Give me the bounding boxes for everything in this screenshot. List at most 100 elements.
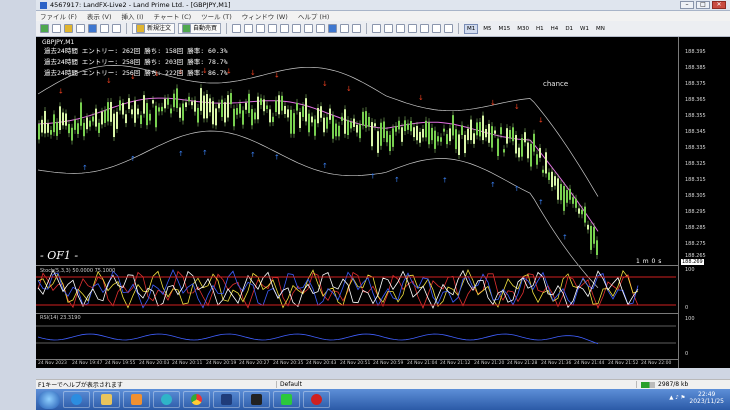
bar-chart-icon[interactable] <box>232 24 242 33</box>
trendline-icon[interactable] <box>408 24 418 33</box>
zoom-out-icon[interactable] <box>280 24 290 33</box>
connection-status[interactable]: 2987/8 kb <box>636 381 688 388</box>
text-icon[interactable] <box>444 24 454 33</box>
menu-help[interactable]: ヘルプ (H) <box>298 11 330 21</box>
terminal-icon[interactable] <box>100 24 109 33</box>
chart-symbol-label: GBPJPY,M1 <box>42 39 75 46</box>
candle-body <box>182 103 184 121</box>
tf-h4[interactable]: H4 <box>549 24 561 34</box>
candle-body <box>119 100 121 111</box>
templates-icon[interactable] <box>352 24 362 33</box>
candle-body <box>254 112 256 120</box>
candle-body <box>470 119 472 141</box>
candle-body <box>251 109 253 126</box>
menu-window[interactable]: ウィンドウ (W) <box>242 11 288 21</box>
menu-view[interactable]: 表示 (V) <box>87 11 112 21</box>
start-button[interactable] <box>38 390 60 409</box>
candle-body <box>485 128 487 138</box>
tile-windows-icon[interactable] <box>292 24 302 33</box>
candle-body <box>272 116 274 123</box>
minimize-button[interactable]: – <box>680 1 694 9</box>
candle-body <box>293 113 295 134</box>
taskbar-recorder[interactable] <box>303 391 330 408</box>
menu-file[interactable]: ファイル (F) <box>40 11 77 21</box>
fibo-icon[interactable] <box>432 24 442 33</box>
new-order-button[interactable]: 新規注文 <box>132 23 176 34</box>
edge-icon <box>161 394 172 405</box>
data-window-icon[interactable] <box>76 24 85 33</box>
buy-arrow: ↑ <box>178 150 184 158</box>
taskbar-chrome[interactable] <box>183 391 210 408</box>
taskbar-explorer[interactable] <box>93 391 120 408</box>
price-axis[interactable]: 188.395 188.385 188.375 188.365 188.355 … <box>678 37 730 368</box>
candle-body <box>296 102 298 111</box>
candle-body <box>362 111 364 126</box>
close-button[interactable]: ✕ <box>712 1 726 9</box>
candle-body <box>245 102 247 110</box>
market-watch-icon[interactable] <box>64 24 73 33</box>
candle-body <box>473 133 475 144</box>
candlestick-icon[interactable] <box>244 24 254 33</box>
channel-icon[interactable] <box>420 24 430 33</box>
tf-m5[interactable]: M5 <box>481 24 493 34</box>
tf-w1[interactable]: W1 <box>578 24 591 34</box>
taskbar-line[interactable] <box>273 391 300 408</box>
candle-body <box>386 131 388 143</box>
indicators-icon[interactable] <box>328 24 338 33</box>
tf-m30[interactable]: M30 <box>515 24 531 34</box>
autoscroll-icon[interactable] <box>316 24 326 33</box>
tray-icons[interactable]: ▲ ♪ ⚑ <box>669 395 685 401</box>
menu-chart[interactable]: チャート (C) <box>154 11 192 21</box>
taskbar-mt4[interactable] <box>213 391 240 408</box>
menu-insert[interactable]: 挿入 (I) <box>121 11 143 21</box>
taskbar-media[interactable] <box>123 391 150 408</box>
tester-icon[interactable] <box>112 24 121 33</box>
chart-shift-icon[interactable] <box>304 24 314 33</box>
app-icon <box>251 394 262 405</box>
sell-arrow: ↓ <box>418 94 424 102</box>
profiles-icon[interactable] <box>52 24 61 33</box>
candle-body <box>542 169 544 173</box>
line-chart-icon[interactable] <box>256 24 266 33</box>
tf-d1[interactable]: D1 <box>563 24 575 34</box>
candle-body <box>116 111 118 129</box>
autotrading-button[interactable]: 自動売買 <box>178 23 222 34</box>
navigator-icon[interactable] <box>88 24 97 33</box>
clock[interactable]: 22:49 2023/11/25 <box>689 391 724 405</box>
candle-body <box>143 95 145 114</box>
tf-h1[interactable]: H1 <box>534 24 546 34</box>
taskbar-ie[interactable] <box>63 391 90 408</box>
candle-body <box>248 93 250 114</box>
tf-m1[interactable]: M1 <box>464 23 479 34</box>
system-tray: ▲ ♪ ⚑ 22:49 2023/11/25 <box>669 391 724 405</box>
chart-window[interactable]: ↓ ↑ ↓ ↓ ↑ ↓ ↓ ↑ ↓ ↑ ↓ ↓ ↑ ↓ ↑ ↓ ↑ ↓ ↑ ↑ ↓ ↑ ↓ ↑ ↓ ↑ ↓ ↑ ↑ GBPJPY,M1 … <box>36 37 730 368</box>
zoom-in-icon[interactable] <box>268 24 278 33</box>
candle-body <box>344 109 346 134</box>
taskbar-app[interactable] <box>243 391 270 408</box>
taskbar-edge[interactable] <box>153 391 180 408</box>
price-label: 188.305 <box>685 193 706 199</box>
vertical-line-icon[interactable] <box>384 24 394 33</box>
crosshair-icon[interactable] <box>372 24 382 33</box>
tf-mn[interactable]: MN <box>594 24 607 34</box>
time-label: 24 Nov 20:03 <box>139 361 170 366</box>
app-icon <box>40 1 47 9</box>
horizontal-line-icon[interactable] <box>396 24 406 33</box>
candle-body <box>326 117 328 129</box>
menu-tools[interactable]: ツール (T) <box>201 11 232 21</box>
candle-body <box>581 209 583 215</box>
new-chart-icon[interactable] <box>40 24 49 33</box>
candle-body <box>191 101 193 106</box>
candle-body <box>533 133 535 152</box>
stoch-axis-max: 100 <box>685 267 695 273</box>
maximize-button[interactable]: □ <box>696 1 710 9</box>
candle-body <box>131 109 133 115</box>
tf-m15[interactable]: M15 <box>497 24 513 34</box>
candle-body <box>122 102 124 115</box>
time-label: 24 Nov 19:47 <box>72 361 103 366</box>
candle-body <box>125 114 127 124</box>
candle-body <box>92 116 94 122</box>
periods-icon[interactable] <box>340 24 350 33</box>
price-label: 188.375 <box>685 81 706 87</box>
candle-body <box>428 122 430 145</box>
